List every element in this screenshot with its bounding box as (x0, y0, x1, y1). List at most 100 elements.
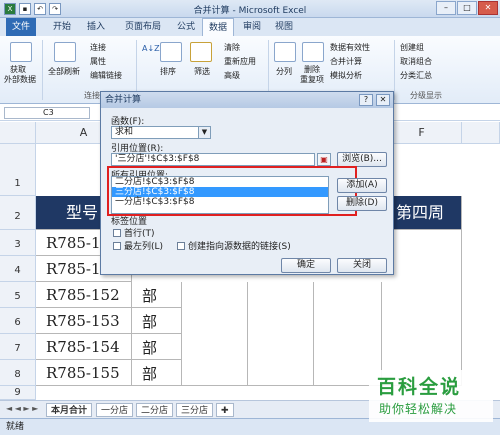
ribbon-tabs: 文件 开始 插入 页面布局 公式 数据 审阅 视图 (0, 18, 500, 36)
sort-icon[interactable] (160, 42, 182, 62)
divider (394, 40, 395, 100)
column-header-g[interactable] (462, 122, 500, 144)
sheet-nav-icons[interactable]: ◄ ◄ ► ► (6, 404, 38, 413)
row-header-7[interactable]: 7 (0, 334, 36, 360)
filter-button[interactable]: 筛选 (194, 66, 210, 77)
new-sheet-icon[interactable]: ✚ (216, 403, 234, 417)
dialog-close-icon[interactable]: ✕ (376, 94, 390, 106)
left-column-label: 最左列(L) (124, 242, 164, 252)
add-button[interactable]: 添加(A) (337, 178, 387, 193)
filter-icon[interactable] (190, 42, 212, 62)
link-source-label: 创建指向源数据的链接(S) (188, 242, 291, 252)
properties-button[interactable]: 属性 (90, 56, 106, 67)
cell-c5-c8[interactable] (182, 282, 248, 386)
maximize-button[interactable]: □ (457, 1, 477, 15)
cell-a7[interactable]: R785-154 (36, 334, 132, 360)
connections-button[interactable]: 连接 (90, 42, 106, 53)
cell-a6[interactable]: R785-153 (36, 308, 132, 334)
cell-b8[interactable]: 部 (132, 360, 182, 386)
select-all-corner[interactable] (0, 122, 36, 144)
help-button[interactable]: ? (359, 94, 373, 106)
refresh-all-label[interactable]: 全部刷新 (48, 66, 80, 77)
watermark-logo: 百科全说 助你轻松解决 (369, 370, 493, 422)
row-header-9[interactable]: 9 (0, 386, 36, 400)
function-value: 求和 (115, 127, 134, 137)
get-external-label-2: 外部数据 (4, 75, 36, 84)
ungroup-button[interactable]: 取消组合 (400, 56, 432, 67)
close-button[interactable]: 关闭 (337, 258, 387, 273)
sheet-tab-store1[interactable]: 一分店 (96, 403, 134, 417)
checkbox-icon[interactable] (177, 242, 185, 250)
cell-b5[interactable]: 部 (132, 282, 182, 308)
edit-links-button[interactable]: 编辑链接 (90, 70, 122, 81)
tab-review[interactable]: 审阅 (238, 18, 266, 36)
cell-b6[interactable]: 部 (132, 308, 182, 334)
checkbox-icon[interactable] (113, 229, 121, 237)
row-header-3[interactable]: 3 (0, 230, 36, 256)
checkbox-icon[interactable] (113, 242, 121, 250)
link-source-checkbox[interactable]: 创建指向源数据的链接(S) (177, 239, 291, 252)
cell-f2-header[interactable]: 第四周 (382, 196, 462, 230)
title-bar: X ▪ ↶ ↷ 合并计算 - Microsoft Excel – □ ✕ (0, 0, 500, 18)
tab-insert[interactable]: 插入 (82, 18, 110, 36)
divider (42, 40, 43, 100)
group-button[interactable]: 创建组 (400, 42, 424, 53)
close-window-button[interactable]: ✕ (478, 1, 498, 15)
cell-f3-f8[interactable] (382, 230, 462, 386)
row-header-2[interactable]: 2 (0, 196, 36, 230)
sheet-tab-store2[interactable]: 二分店 (136, 403, 174, 417)
external-data-icon[interactable] (10, 42, 32, 62)
tab-formulas[interactable]: 公式 (172, 18, 200, 36)
column-header-f[interactable]: F (382, 122, 462, 144)
tab-page-layout[interactable]: 页面布局 (118, 18, 168, 36)
left-column-checkbox[interactable]: 最左列(L) (113, 239, 163, 252)
row-header-4[interactable]: 4 (0, 256, 36, 282)
tab-home[interactable]: 开始 (48, 18, 76, 36)
sheet-tab-store3[interactable]: 三分店 (176, 403, 214, 417)
sheet-tab-total[interactable]: 本月合计 (46, 403, 93, 417)
highlight-box (107, 166, 357, 216)
consolidate-button[interactable]: 合并计算 (330, 56, 362, 67)
remove-duplicates-icon[interactable] (302, 42, 324, 62)
watermark-main: 百科全说 (377, 376, 462, 398)
remove-duplicates-label-2[interactable]: 重复项 (300, 74, 324, 85)
text-to-columns-button[interactable]: 分列 (276, 66, 292, 77)
clear-button[interactable]: 清除 (224, 42, 240, 53)
ok-button[interactable]: 确定 (281, 258, 331, 273)
sort-az-icon[interactable]: A↓Z (142, 44, 160, 53)
consolidate-dialog: 合并计算 ? ✕ 函数(F): 求和 ▼ 引用位置(R): '三分店'!$C$3:… (100, 91, 394, 275)
cell-d5-d8[interactable] (248, 282, 314, 386)
dialog-title: 合并计算 (101, 92, 393, 108)
connections-group-label: 连接 (84, 91, 100, 100)
advanced-button[interactable]: 高级 (224, 70, 240, 81)
minimize-button[interactable]: – (436, 1, 456, 15)
sort-button[interactable]: 排序 (160, 66, 176, 77)
watermark-sub: 助你轻松解决 (379, 402, 458, 416)
cell-b7[interactable]: 部 (132, 334, 182, 360)
outline-group-label: 分级显示 (410, 91, 442, 100)
text-to-columns-icon[interactable] (274, 42, 296, 62)
reference-input[interactable]: '三分店'!$C$3:$F$8 (111, 153, 315, 166)
tab-file[interactable]: 文件 (6, 18, 36, 36)
function-select[interactable]: 求和 ▼ (111, 126, 211, 139)
data-validation-button[interactable]: 数据有效性 (330, 42, 370, 53)
cell-a5[interactable]: R785-152 (36, 282, 132, 308)
name-box[interactable]: C3 (4, 107, 90, 119)
row-header-6[interactable]: 6 (0, 308, 36, 334)
what-if-button[interactable]: 模拟分析 (330, 70, 362, 81)
chevron-down-icon[interactable]: ▼ (198, 127, 210, 138)
delete-button[interactable]: 删除(D) (337, 196, 387, 211)
subtotal-button[interactable]: 分类汇总 (400, 70, 432, 81)
browse-button[interactable]: 浏览(B)... (337, 152, 387, 167)
tab-data[interactable]: 数据 (202, 18, 234, 36)
row-header-5[interactable]: 5 (0, 282, 36, 308)
status-text: 就绪 (6, 422, 25, 432)
collapse-dialog-icon[interactable]: ▣ (317, 153, 331, 166)
row-header-8[interactable]: 8 (0, 360, 36, 386)
tab-view[interactable]: 视图 (270, 18, 298, 36)
row-header-1[interactable]: 1 (0, 144, 36, 196)
cell-a8[interactable]: R785-155 (36, 360, 132, 386)
reapply-button[interactable]: 重新应用 (224, 56, 256, 67)
refresh-all-icon[interactable] (54, 42, 76, 62)
first-row-checkbox[interactable]: 首行(T) (113, 226, 155, 239)
